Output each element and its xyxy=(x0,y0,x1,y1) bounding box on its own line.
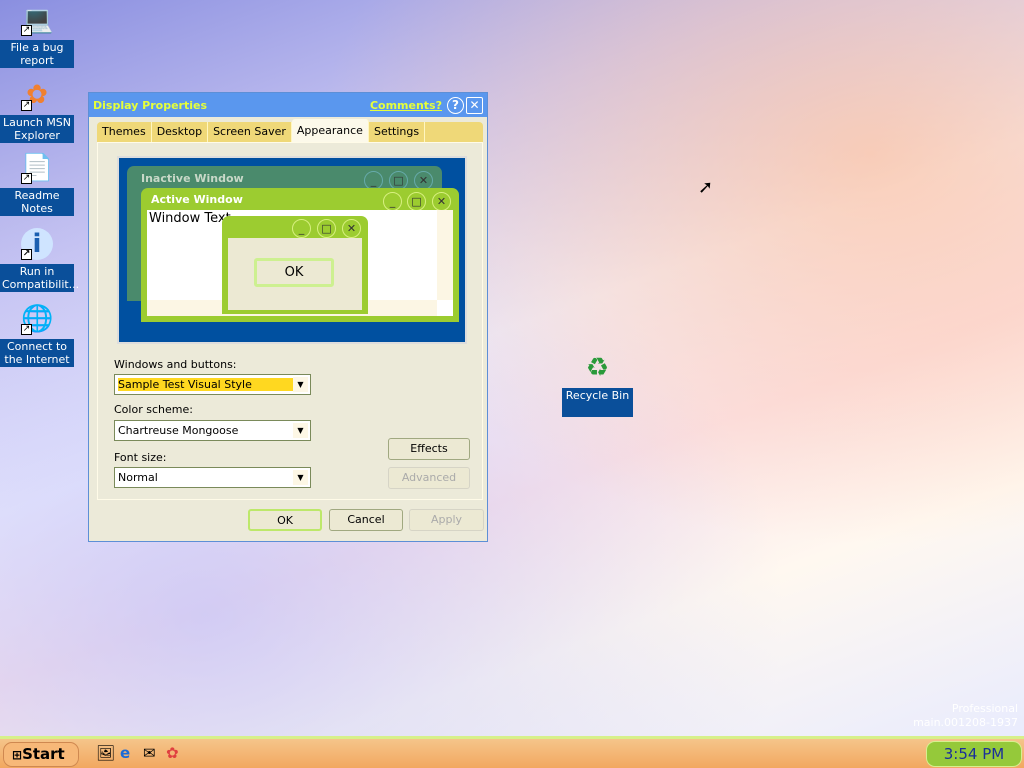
desktop-icon-recycle-bin[interactable]: ♻ Recycle Bin xyxy=(562,352,633,417)
tab-screen-saver[interactable]: Screen Saver xyxy=(208,122,292,142)
vertical-scrollbar[interactable] xyxy=(437,210,453,300)
taskbar: ⊞Start 🖼 e ✉ ✿ 3:54 PM xyxy=(0,736,1024,768)
preview-ok-button: OK xyxy=(254,258,334,287)
tab-themes[interactable]: Themes xyxy=(97,122,152,142)
message-box-preview: _ □ ✕ OK xyxy=(222,216,368,314)
info-icon: i ↗ xyxy=(21,228,53,260)
chevron-down-icon: ▼ xyxy=(293,377,308,392)
help-button[interactable]: ? xyxy=(447,96,464,114)
mouse-cursor-icon: ➚ xyxy=(698,177,714,198)
desktop-icon-compatibility[interactable]: i ↗ Run in Compatibilit... xyxy=(0,228,79,292)
appearance-preview: Inactive Window _ □ ✕ Active Window _ □ ✕ Wi… xyxy=(117,156,467,344)
msn-icon[interactable]: ✿ xyxy=(166,744,179,762)
clock[interactable]: 3:54 PM xyxy=(926,741,1022,767)
cancel-button[interactable]: Cancel xyxy=(329,509,403,531)
apply-button[interactable]: Apply xyxy=(409,509,484,531)
bug-report-icon: 💻 ↗ xyxy=(21,5,54,36)
effects-button[interactable]: Effects xyxy=(388,438,470,460)
color-scheme-label: Color scheme: xyxy=(114,403,193,416)
ok-button[interactable]: OK xyxy=(248,509,322,531)
color-scheme-select[interactable]: Chartreuse Mongoose ▼ xyxy=(114,420,311,441)
tab-strip: Themes Desktop Screen Saver Appearance S… xyxy=(97,119,483,142)
chevron-down-icon: ▼ xyxy=(293,423,308,438)
watermark-line2: main.001208-1937 xyxy=(913,716,1018,729)
tab-desktop[interactable]: Desktop xyxy=(152,122,209,142)
font-size-label: Font size: xyxy=(114,451,167,464)
readme-document-icon: 📄 ↗ xyxy=(21,153,54,184)
windows-buttons-label: Windows and buttons: xyxy=(114,358,237,371)
desktop-icon-readme[interactable]: 📄 ↗ Readme Notes xyxy=(0,152,74,216)
tab-settings[interactable]: Settings xyxy=(369,122,426,142)
msn-butterfly-icon: ✿ ↗ xyxy=(21,80,48,111)
windows-buttons-select[interactable]: Sample Test Visual Style ▼ xyxy=(114,374,311,395)
connect-internet-icon: 🌐 ↗ xyxy=(21,304,54,335)
close-button[interactable]: ✕ xyxy=(466,96,483,114)
start-button[interactable]: ⊞Start xyxy=(3,742,79,767)
show-desktop-icon[interactable]: 🖼 xyxy=(96,744,115,762)
desktop-icon-msn-explorer[interactable]: ✿ ↗ Launch MSN Explorer xyxy=(0,79,74,143)
desktop-icon-file-bug[interactable]: 💻 ↗ File a bug report xyxy=(0,4,74,68)
title-bar[interactable]: Display Properties Comments? ? ✕ xyxy=(89,93,487,117)
comments-link[interactable]: Comments? xyxy=(370,99,442,112)
dialog-title: Display Properties xyxy=(93,98,208,112)
internet-explorer-icon[interactable]: e xyxy=(120,744,130,762)
appearance-panel: Inactive Window _ □ ✕ Active Window _ □ ✕ Wi… xyxy=(97,142,483,500)
desktop-icon-connect-internet[interactable]: 🌐 ↗ Connect to the Internet xyxy=(0,303,74,367)
advanced-button[interactable]: Advanced xyxy=(388,467,470,489)
recycle-bin-icon: ♻ xyxy=(585,353,610,383)
font-size-select[interactable]: Normal ▼ xyxy=(114,467,311,488)
tab-appearance[interactable]: Appearance xyxy=(291,119,369,142)
chevron-down-icon: ▼ xyxy=(293,470,308,485)
display-properties-dialog: Display Properties Comments? ? ✕ Themes … xyxy=(88,92,488,542)
windows-logo-icon: ⊞ xyxy=(12,748,23,762)
watermark-line1: Professional xyxy=(951,702,1018,715)
outlook-express-icon[interactable]: ✉ xyxy=(143,744,156,762)
